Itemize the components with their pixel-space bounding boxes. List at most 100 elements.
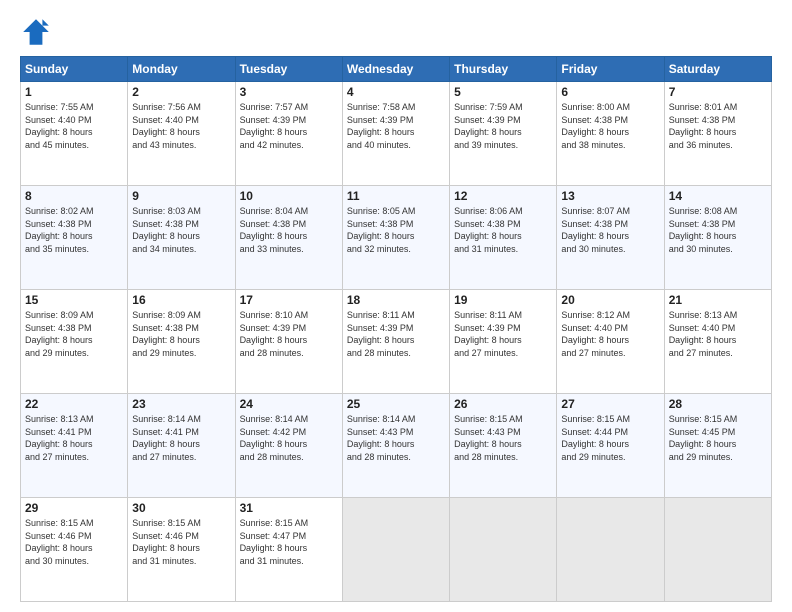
day-number: 21 [669, 293, 767, 307]
day-detail: Sunrise: 7:59 AM Sunset: 4:39 PM Dayligh… [454, 101, 552, 151]
calendar-day-4: 4 Sunrise: 7:58 AM Sunset: 4:39 PM Daylig… [342, 82, 449, 186]
day-detail: Sunrise: 8:08 AM Sunset: 4:38 PM Dayligh… [669, 205, 767, 255]
calendar-day-19: 19 Sunrise: 8:11 AM Sunset: 4:39 PM Dayli… [450, 290, 557, 394]
calendar-day-26: 26 Sunrise: 8:15 AM Sunset: 4:43 PM Dayli… [450, 394, 557, 498]
day-detail: Sunrise: 7:58 AM Sunset: 4:39 PM Dayligh… [347, 101, 445, 151]
calendar-day-11: 11 Sunrise: 8:05 AM Sunset: 4:38 PM Dayli… [342, 186, 449, 290]
day-number: 6 [561, 85, 659, 99]
calendar-header-sunday: Sunday [21, 57, 128, 82]
day-number: 18 [347, 293, 445, 307]
day-number: 22 [25, 397, 123, 411]
day-detail: Sunrise: 8:05 AM Sunset: 4:38 PM Dayligh… [347, 205, 445, 255]
calendar-day-31: 31Sunrise: 8:15 AM Sunset: 4:47 PM Dayli… [235, 498, 342, 602]
day-number: 17 [240, 293, 338, 307]
calendar-week-1: 1 Sunrise: 7:55 AM Sunset: 4:40 PM Daylig… [21, 82, 772, 186]
day-number: 30 [132, 501, 230, 515]
day-detail: Sunrise: 8:11 AM Sunset: 4:39 PM Dayligh… [454, 309, 552, 359]
day-detail: Sunrise: 8:15 AM Sunset: 4:43 PM Dayligh… [454, 413, 552, 463]
calendar-day-24: 24Sunrise: 8:14 AM Sunset: 4:42 PM Dayli… [235, 394, 342, 498]
day-detail: Sunrise: 8:03 AM Sunset: 4:38 PM Dayligh… [132, 205, 230, 255]
day-detail: Sunrise: 7:56 AM Sunset: 4:40 PM Dayligh… [132, 101, 230, 151]
day-detail: Sunrise: 8:10 AM Sunset: 4:39 PM Dayligh… [240, 309, 338, 359]
day-number: 25 [347, 397, 445, 411]
day-number: 11 [347, 189, 445, 203]
calendar-day-30: 30 Sunrise: 8:15 AM Sunset: 4:46 PM Dayli… [128, 498, 235, 602]
day-detail: Sunrise: 8:00 AM Sunset: 4:38 PM Dayligh… [561, 101, 659, 151]
calendar-day-empty [664, 498, 771, 602]
day-detail: Sunrise: 8:09 AM Sunset: 4:38 PM Dayligh… [132, 309, 230, 359]
day-number: 9 [132, 189, 230, 203]
calendar-day-12: 12 Sunrise: 8:06 AM Sunset: 4:38 PM Dayli… [450, 186, 557, 290]
calendar-day-27: 27 Sunrise: 8:15 AM Sunset: 4:44 PM Dayli… [557, 394, 664, 498]
day-detail: Sunrise: 8:02 AM Sunset: 4:38 PM Dayligh… [25, 205, 123, 255]
calendar-day-5: 5 Sunrise: 7:59 AM Sunset: 4:39 PM Daylig… [450, 82, 557, 186]
day-number: 26 [454, 397, 552, 411]
calendar-day-1: 1 Sunrise: 7:55 AM Sunset: 4:40 PM Daylig… [21, 82, 128, 186]
calendar-week-4: 22 Sunrise: 8:13 AM Sunset: 4:41 PM Dayli… [21, 394, 772, 498]
day-detail: Sunrise: 8:15 AM Sunset: 4:45 PM Dayligh… [669, 413, 767, 463]
day-detail: Sunrise: 8:11 AM Sunset: 4:39 PM Dayligh… [347, 309, 445, 359]
calendar-header-friday: Friday [557, 57, 664, 82]
calendar-day-16: 16 Sunrise: 8:09 AM Sunset: 4:38 PM Dayli… [128, 290, 235, 394]
day-detail: Sunrise: 8:15 AM Sunset: 4:46 PM Dayligh… [25, 517, 123, 567]
calendar-week-2: 8 Sunrise: 8:02 AM Sunset: 4:38 PM Daylig… [21, 186, 772, 290]
calendar-table: SundayMondayTuesdayWednesdayThursdayFrid… [20, 56, 772, 602]
day-detail: Sunrise: 8:14 AM Sunset: 4:41 PM Dayligh… [132, 413, 230, 463]
day-detail: Sunrise: 8:13 AM Sunset: 4:40 PM Dayligh… [669, 309, 767, 359]
day-detail: Sunrise: 8:09 AM Sunset: 4:38 PM Dayligh… [25, 309, 123, 359]
day-detail: Sunrise: 8:15 AM Sunset: 4:47 PM Dayligh… [240, 517, 338, 567]
day-detail: Sunrise: 8:06 AM Sunset: 4:38 PM Dayligh… [454, 205, 552, 255]
calendar-day-14: 14 Sunrise: 8:08 AM Sunset: 4:38 PM Dayli… [664, 186, 771, 290]
calendar-header-saturday: Saturday [664, 57, 771, 82]
calendar-day-15: 15Sunrise: 8:09 AM Sunset: 4:38 PM Dayli… [21, 290, 128, 394]
day-detail: Sunrise: 8:15 AM Sunset: 4:44 PM Dayligh… [561, 413, 659, 463]
day-detail: Sunrise: 8:01 AM Sunset: 4:38 PM Dayligh… [669, 101, 767, 151]
calendar-day-18: 18 Sunrise: 8:11 AM Sunset: 4:39 PM Dayli… [342, 290, 449, 394]
calendar-header-wednesday: Wednesday [342, 57, 449, 82]
day-number: 12 [454, 189, 552, 203]
day-detail: Sunrise: 8:12 AM Sunset: 4:40 PM Dayligh… [561, 309, 659, 359]
day-number: 16 [132, 293, 230, 307]
calendar-day-empty [450, 498, 557, 602]
day-detail: Sunrise: 7:55 AM Sunset: 4:40 PM Dayligh… [25, 101, 123, 151]
day-number: 14 [669, 189, 767, 203]
day-detail: Sunrise: 7:57 AM Sunset: 4:39 PM Dayligh… [240, 101, 338, 151]
day-number: 19 [454, 293, 552, 307]
calendar-day-empty [557, 498, 664, 602]
day-number: 8 [25, 189, 123, 203]
day-detail: Sunrise: 8:15 AM Sunset: 4:46 PM Dayligh… [132, 517, 230, 567]
day-number: 23 [132, 397, 230, 411]
calendar-day-6: 6 Sunrise: 8:00 AM Sunset: 4:38 PM Daylig… [557, 82, 664, 186]
calendar-header-monday: Monday [128, 57, 235, 82]
calendar-day-17: 17 Sunrise: 8:10 AM Sunset: 4:39 PM Dayli… [235, 290, 342, 394]
calendar-day-7: 7 Sunrise: 8:01 AM Sunset: 4:38 PM Daylig… [664, 82, 771, 186]
day-number: 3 [240, 85, 338, 99]
calendar-header-tuesday: Tuesday [235, 57, 342, 82]
calendar-day-25: 25Sunrise: 8:14 AM Sunset: 4:43 PM Dayli… [342, 394, 449, 498]
day-number: 1 [25, 85, 123, 99]
calendar-day-8: 8 Sunrise: 8:02 AM Sunset: 4:38 PM Daylig… [21, 186, 128, 290]
day-detail: Sunrise: 8:13 AM Sunset: 4:41 PM Dayligh… [25, 413, 123, 463]
day-number: 7 [669, 85, 767, 99]
day-number: 13 [561, 189, 659, 203]
calendar-header-row: SundayMondayTuesdayWednesdayThursdayFrid… [21, 57, 772, 82]
day-number: 4 [347, 85, 445, 99]
day-number: 28 [669, 397, 767, 411]
calendar-day-2: 2Sunrise: 7:56 AM Sunset: 4:40 PM Daylig… [128, 82, 235, 186]
calendar-day-21: 21 Sunrise: 8:13 AM Sunset: 4:40 PM Dayli… [664, 290, 771, 394]
day-number: 27 [561, 397, 659, 411]
calendar-day-3: 3 Sunrise: 7:57 AM Sunset: 4:39 PM Daylig… [235, 82, 342, 186]
day-number: 29 [25, 501, 123, 515]
calendar-day-29: 29 Sunrise: 8:15 AM Sunset: 4:46 PM Dayli… [21, 498, 128, 602]
day-detail: Sunrise: 8:14 AM Sunset: 4:42 PM Dayligh… [240, 413, 338, 463]
day-detail: Sunrise: 8:07 AM Sunset: 4:38 PM Dayligh… [561, 205, 659, 255]
day-number: 10 [240, 189, 338, 203]
calendar-week-5: 29 Sunrise: 8:15 AM Sunset: 4:46 PM Dayli… [21, 498, 772, 602]
calendar-day-10: 10Sunrise: 8:04 AM Sunset: 4:38 PM Dayli… [235, 186, 342, 290]
calendar-header-thursday: Thursday [450, 57, 557, 82]
calendar-week-3: 15Sunrise: 8:09 AM Sunset: 4:38 PM Dayli… [21, 290, 772, 394]
day-number: 5 [454, 85, 552, 99]
calendar-day-13: 13 Sunrise: 8:07 AM Sunset: 4:38 PM Dayli… [557, 186, 664, 290]
calendar-day-20: 20Sunrise: 8:12 AM Sunset: 4:40 PM Dayli… [557, 290, 664, 394]
page-header [20, 16, 772, 48]
